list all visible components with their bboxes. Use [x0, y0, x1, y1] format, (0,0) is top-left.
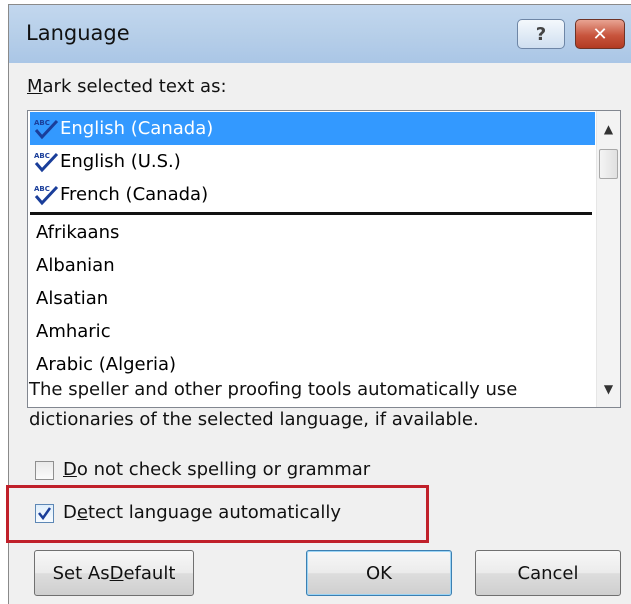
detect-language-checkbox[interactable]: [35, 504, 54, 523]
scroll-thumb[interactable]: [599, 149, 618, 179]
help-button[interactable]: ?: [517, 19, 565, 49]
dialog-title: Language: [26, 21, 130, 45]
list-label: Mark selected text as:: [27, 76, 227, 97]
detect-language-label[interactable]: Detect language automatically: [63, 502, 341, 523]
svg-text:ABC: ABC: [34, 152, 50, 160]
no-check-label[interactable]: Do not check spelling or grammar: [63, 459, 370, 480]
list-scrollbar[interactable]: ▲ ▼: [596, 111, 620, 407]
svg-text:ABC: ABC: [34, 119, 50, 127]
close-icon: ✕: [592, 23, 608, 45]
list-item-albanian[interactable]: Albanian: [30, 249, 595, 282]
list-item-arabic-algeria[interactable]: Arabic (Algeria): [30, 348, 595, 381]
list-separator: [30, 212, 592, 215]
list-item-english-canada[interactable]: ABC English (Canada): [30, 112, 595, 145]
language-dialog: Language ? ✕ Mark selected text as: ABC …: [6, 4, 631, 604]
ok-button[interactable]: OK: [306, 550, 452, 596]
description-line-2: dictionaries of the selected language, i…: [29, 409, 479, 430]
svg-text:ABC: ABC: [34, 185, 50, 193]
dialog-body: Mark selected text as: ABC English (Cana…: [6, 63, 631, 604]
abc-spellcheck-icon: ABC: [33, 183, 59, 207]
scroll-up-arrow-icon[interactable]: ▲: [597, 117, 620, 141]
list-item-amharic[interactable]: Amharic: [30, 315, 595, 348]
help-icon: ?: [535, 23, 547, 45]
language-listbox[interactable]: ABC English (Canada) ABC English (U.S.) …: [27, 110, 621, 408]
list-item-french-canada[interactable]: ABC French (Canada): [30, 178, 595, 211]
list-item-afrikaans[interactable]: Afrikaans: [30, 216, 595, 249]
set-as-default-button[interactable]: Set As Default: [34, 550, 194, 596]
checkmark-icon: [38, 507, 52, 521]
close-button[interactable]: ✕: [575, 19, 625, 49]
cancel-button[interactable]: Cancel: [475, 550, 621, 596]
title-bar: Language ? ✕: [9, 5, 631, 63]
description-line-1: The speller and other proofing tools aut…: [29, 379, 518, 400]
no-check-checkbox[interactable]: [35, 461, 54, 480]
scroll-down-arrow-icon[interactable]: ▼: [597, 377, 620, 401]
abc-spellcheck-icon: ABC: [33, 150, 59, 174]
abc-spellcheck-icon: ABC: [33, 117, 59, 141]
list-item-english-us[interactable]: ABC English (U.S.): [30, 145, 595, 178]
list-item-alsatian[interactable]: Alsatian: [30, 282, 595, 315]
